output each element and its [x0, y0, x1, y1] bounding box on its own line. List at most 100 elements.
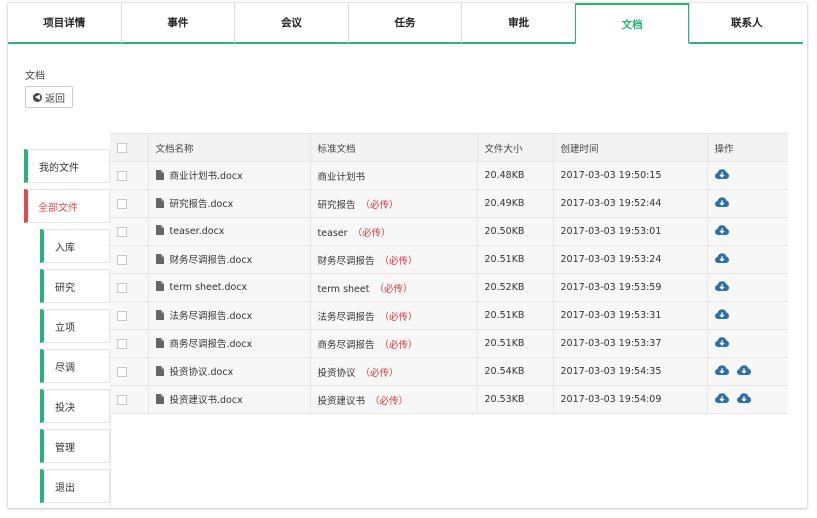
row-checkbox-cell [110, 217, 149, 246]
cloud-download-icon[interactable] [736, 392, 751, 407]
cloud-download-icon[interactable] [714, 308, 729, 323]
doc-name[interactable]: 商业计划书.docx [170, 171, 243, 182]
doc-name[interactable]: 投资建议书.docx [170, 395, 243, 406]
file-size-cell: 20.52KB [477, 273, 554, 302]
tab-documents[interactable]: 文档 [574, 3, 690, 44]
sidebar-item-1[interactable]: 全部文件 [24, 189, 110, 223]
doc-name[interactable]: teaser.docx [170, 226, 225, 237]
cloud-download-icon[interactable] [714, 224, 729, 239]
actions-cell [707, 161, 788, 190]
row-checkbox[interactable] [117, 366, 127, 377]
actions-cell [707, 329, 788, 358]
sidebar-menu: 我的文件全部文件入库研究立项尽调投决管理退出 [24, 149, 110, 509]
doc-name[interactable]: 财务尽调报告.docx [170, 255, 253, 266]
file-icon [155, 366, 164, 379]
sidebar-item-2[interactable]: 入库 [40, 229, 110, 263]
standard-doc: 法务尽调报告 [317, 311, 375, 323]
doc-name-cell: 研究报告.docx [148, 189, 311, 218]
select-all-checkbox-cell [110, 133, 149, 162]
sidebar-item-4[interactable]: 立项 [40, 309, 110, 343]
required-badge: （必传） [352, 227, 391, 239]
required-badge: （必传） [360, 199, 399, 211]
row-checkbox-cell [110, 245, 149, 274]
row-checkbox[interactable] [117, 394, 127, 405]
sidebar-item-8[interactable]: 退出 [40, 469, 110, 503]
row-checkbox[interactable] [117, 170, 127, 181]
actions-cell [707, 217, 788, 246]
required-badge: （必传） [360, 367, 399, 379]
back-button[interactable]: ◀ 返回 [25, 86, 73, 108]
select-all-checkbox[interactable] [117, 142, 127, 153]
row-checkbox[interactable] [117, 226, 127, 237]
sidebar-item-5[interactable]: 尽调 [40, 349, 110, 383]
file-icon [155, 170, 164, 183]
doc-name[interactable]: term sheet.docx [170, 282, 248, 293]
actions-cell [707, 301, 788, 330]
col-header-created: 创建时间 [553, 133, 708, 162]
sidebar-item-6[interactable]: 投决 [40, 389, 110, 423]
tab-project-details[interactable]: 项目详情 [8, 3, 121, 44]
doc-name-cell: 财务尽调报告.docx [148, 245, 311, 274]
cloud-download-icon[interactable] [714, 392, 729, 407]
doc-name-cell: 投资协议.docx [148, 357, 311, 386]
top-tabs: 项目详情 事件 会议 任务 审批 文档 联系人 [8, 3, 804, 44]
actions-cell [707, 357, 788, 386]
table-row: 投资建议书.docx 投资建议书 （必传） 20.53KB 2017-03-03 19:… [110, 385, 788, 414]
tab-events[interactable]: 事件 [120, 3, 235, 44]
table-row: term sheet.docx term sheet （必传） 20.52KB 2017… [110, 273, 788, 302]
row-checkbox[interactable] [117, 198, 127, 209]
table-row: teaser.docx teaser （必传） 20.50KB 2017-03-03 1… [110, 217, 788, 246]
cloud-download-icon[interactable] [736, 364, 751, 379]
arrow-left-circle-icon: ◀ [33, 92, 42, 102]
file-size-cell: 20.48KB [477, 161, 554, 190]
file-size-cell: 20.51KB [477, 301, 554, 330]
cloud-download-icon[interactable] [714, 252, 729, 267]
standard-doc-cell: 投资建议书 （必传） [310, 385, 478, 414]
standard-doc: 商业计划书 [317, 171, 366, 183]
cloud-download-icon[interactable] [714, 364, 729, 379]
sidebar-item-3[interactable]: 研究 [40, 269, 110, 303]
file-icon [155, 281, 164, 294]
row-checkbox-cell [110, 301, 149, 330]
standard-doc-cell: teaser （必传） [310, 217, 478, 246]
doc-name[interactable]: 投资协议.docx [170, 367, 234, 378]
file-icon [155, 225, 164, 238]
doc-name[interactable]: 商务尽调报告.docx [170, 339, 253, 350]
sidebar-item-7[interactable]: 管理 [40, 429, 110, 463]
standard-doc-cell: 投资协议 （必传） [310, 357, 478, 386]
tab-meetings[interactable]: 会议 [234, 3, 348, 44]
tab-tasks[interactable]: 任务 [347, 3, 462, 44]
standard-doc-cell: 财务尽调报告 （必传） [310, 245, 478, 274]
doc-name-cell: teaser.docx [148, 217, 311, 246]
row-checkbox[interactable] [117, 254, 127, 265]
created-time-cell: 2017-03-03 19:53:24 [553, 245, 708, 274]
file-size-cell: 20.51KB [477, 329, 554, 358]
cloud-download-icon[interactable] [714, 196, 729, 211]
created-time-cell: 2017-03-03 19:54:09 [553, 385, 708, 414]
standard-doc: 投资协议 [317, 367, 356, 379]
created-time-cell: 2017-03-03 19:53:31 [553, 301, 708, 330]
col-header-size: 文件大小 [477, 133, 554, 162]
row-checkbox[interactable] [117, 282, 127, 293]
doc-name-cell: 投资建议书.docx [148, 385, 311, 414]
cloud-download-icon[interactable] [714, 168, 729, 183]
file-icon [155, 254, 164, 267]
doc-name-cell: 法务尽调报告.docx [148, 301, 311, 330]
row-checkbox[interactable] [117, 310, 127, 321]
cloud-download-icon[interactable] [714, 336, 729, 351]
sidebar-item-0[interactable]: 我的文件 [24, 149, 110, 183]
doc-name[interactable]: 法务尽调报告.docx [170, 311, 253, 322]
file-size-cell: 20.51KB [477, 245, 554, 274]
required-badge: （必传） [379, 311, 418, 323]
cloud-download-icon[interactable] [714, 280, 729, 295]
row-checkbox[interactable] [117, 338, 127, 349]
doc-name[interactable]: 研究报告.docx [170, 199, 234, 210]
row-checkbox-cell [110, 385, 149, 414]
tab-approvals[interactable]: 审批 [461, 3, 575, 44]
tab-contacts[interactable]: 联系人 [689, 3, 804, 44]
file-icon [155, 310, 164, 323]
col-header-name: 文档名称 [148, 133, 311, 162]
col-header-actions: 操作 [707, 133, 788, 162]
col-header-standard: 标准文档 [310, 133, 478, 162]
table-row: 商业计划书.docx 商业计划书 20.48KB 2017-03-03 19:50:1… [110, 161, 788, 190]
